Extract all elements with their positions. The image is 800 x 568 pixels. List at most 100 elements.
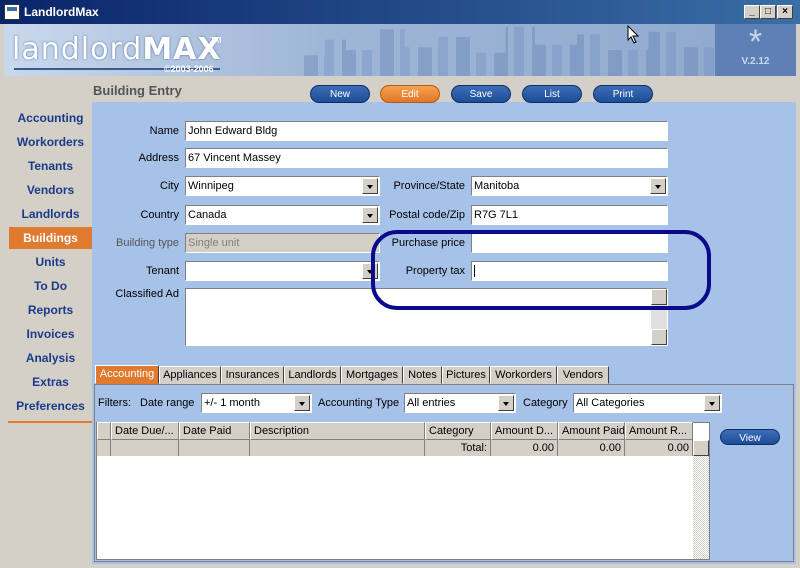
postal-field[interactable]: R7G 7L1 <box>471 205 668 225</box>
sidebar-item-vendors[interactable]: Vendors <box>9 179 92 201</box>
print-button[interactable]: Print <box>593 85 653 103</box>
view-button[interactable]: View <box>720 429 780 445</box>
chevron-down-icon[interactable] <box>498 395 514 411</box>
column-amount-due[interactable]: Amount D... <box>491 422 558 440</box>
app-icon <box>4 4 20 20</box>
tab-pictures[interactable]: Pictures <box>442 366 490 384</box>
totals-cell <box>179 440 250 456</box>
copyright-text: ©2003-2006 <box>164 64 214 74</box>
city-skyline-graphic <box>304 26 724 76</box>
country-value: Canada <box>188 209 227 221</box>
column-category[interactable]: Category <box>425 422 491 440</box>
tab-landlords[interactable]: Landlords <box>284 366 341 384</box>
page-title: Building Entry <box>93 83 182 98</box>
building-type-label: Building type <box>116 237 179 249</box>
accounting-type-value: All entries <box>407 397 456 409</box>
chevron-down-icon[interactable] <box>650 178 666 194</box>
sidebar-item-landlords[interactable]: Landlords <box>9 203 92 225</box>
column-description[interactable]: Description <box>250 422 425 440</box>
column-date-due[interactable]: Date Due/... <box>111 422 179 440</box>
accounting-type-label: Accounting Type <box>318 397 400 409</box>
version-box: * V.2.12 <box>715 24 796 76</box>
chevron-down-icon[interactable] <box>704 395 720 411</box>
address-label: Address <box>138 152 179 164</box>
tab-notes[interactable]: Notes <box>403 366 442 384</box>
version-label: V.2.12 <box>741 56 770 67</box>
list-button[interactable]: List <box>522 85 582 103</box>
sidebar-item-extras[interactable]: Extras <box>9 371 92 393</box>
trademark: TM <box>210 36 222 45</box>
header-banner: landlordMAX TM ©2003-2006 * V.2.12 <box>4 24 796 76</box>
title-bar: LandlordMax _ □ × <box>0 0 800 24</box>
scroll-up-icon[interactable] <box>693 440 709 456</box>
minimize-button[interactable]: _ <box>744 5 760 19</box>
mouse-cursor-icon <box>627 25 640 44</box>
category-value: All Categories <box>576 397 645 409</box>
sidebar-divider <box>8 421 92 423</box>
totals-label: Total: <box>425 440 491 456</box>
building-type-field: Single unit <box>185 233 380 253</box>
tenant-select[interactable] <box>185 261 380 281</box>
chevron-down-icon[interactable] <box>294 395 310 411</box>
city-select[interactable]: Winnipeg <box>185 176 380 196</box>
tab-insurances[interactable]: Insurances <box>221 366 284 384</box>
tab-appliances[interactable]: Appliances <box>159 366 221 384</box>
city-value: Winnipeg <box>188 180 234 192</box>
category-label: Category <box>523 397 568 409</box>
highlight-ellipse <box>371 230 711 310</box>
totals-cell <box>111 440 179 456</box>
table-corner <box>97 422 111 440</box>
sidebar-item-buildings[interactable]: Buildings <box>9 227 92 249</box>
sidebar-item-tenants[interactable]: Tenants <box>9 155 92 177</box>
main-panel: Building Entry New Edit Save List Print … <box>92 76 796 564</box>
column-date-paid[interactable]: Date Paid <box>179 422 250 440</box>
sidebar-item-analysis[interactable]: Analysis <box>9 347 92 369</box>
asterisk-icon: * <box>748 24 763 61</box>
sidebar: Accounting Workorders Tenants Vendors La… <box>4 76 92 564</box>
table-scrollbar[interactable] <box>693 440 709 559</box>
save-button[interactable]: Save <box>451 85 511 103</box>
totals-cell <box>250 440 425 456</box>
sidebar-item-accounting[interactable]: Accounting <box>9 107 92 129</box>
new-button[interactable]: New <box>310 85 370 103</box>
sidebar-item-workorders[interactable]: Workorders <box>9 131 92 153</box>
maximize-button[interactable]: □ <box>760 5 776 19</box>
column-amount-remaining[interactable]: Amount R... <box>625 422 693 440</box>
edit-button[interactable]: Edit <box>380 85 440 103</box>
filters-label: Filters: <box>98 397 131 409</box>
accounting-type-select[interactable]: All entries <box>404 393 516 413</box>
country-select[interactable]: Canada <box>185 205 380 225</box>
tenant-label: Tenant <box>145 265 179 277</box>
postal-label: Postal code/Zip <box>389 209 465 221</box>
total-amount-paid: 0.00 <box>558 440 625 456</box>
category-select[interactable]: All Categories <box>573 393 722 413</box>
date-range-label: Date range <box>140 397 195 409</box>
classified-ad-label: Classified Ad <box>115 288 179 300</box>
scroll-down-icon[interactable] <box>651 329 667 345</box>
tab-accounting[interactable]: Accounting <box>95 365 159 384</box>
province-label: Province/State <box>393 180 465 192</box>
province-select[interactable]: Manitoba <box>471 176 668 196</box>
city-label: City <box>160 180 179 192</box>
totals-cell <box>97 440 111 456</box>
tab-mortgages[interactable]: Mortgages <box>341 366 403 384</box>
tab-vendors[interactable]: Vendors <box>557 366 609 384</box>
total-amount-due: 0.00 <box>491 440 558 456</box>
name-label: Name <box>149 125 179 137</box>
date-range-select[interactable]: +/- 1 month <box>201 393 312 413</box>
tab-workorders[interactable]: Workorders <box>490 366 557 384</box>
sidebar-item-todo[interactable]: To Do <box>9 275 92 297</box>
date-range-value: +/- 1 month <box>204 397 260 409</box>
sidebar-item-units[interactable]: Units <box>9 251 92 273</box>
province-value: Manitoba <box>474 180 520 192</box>
total-amount-remaining: 0.00 <box>625 440 693 456</box>
column-amount-paid[interactable]: Amount Paid <box>558 422 625 440</box>
close-button[interactable]: × <box>777 5 793 19</box>
name-field[interactable]: John Edward Bldg <box>185 121 668 141</box>
address-field[interactable]: 67 Vincent Massey <box>185 148 668 168</box>
logo: landlordMAX <box>12 32 222 67</box>
sidebar-item-reports[interactable]: Reports <box>9 299 92 321</box>
window-title: LandlordMax <box>24 5 99 19</box>
sidebar-item-preferences[interactable]: Preferences <box>9 395 92 417</box>
sidebar-item-invoices[interactable]: Invoices <box>9 323 92 345</box>
